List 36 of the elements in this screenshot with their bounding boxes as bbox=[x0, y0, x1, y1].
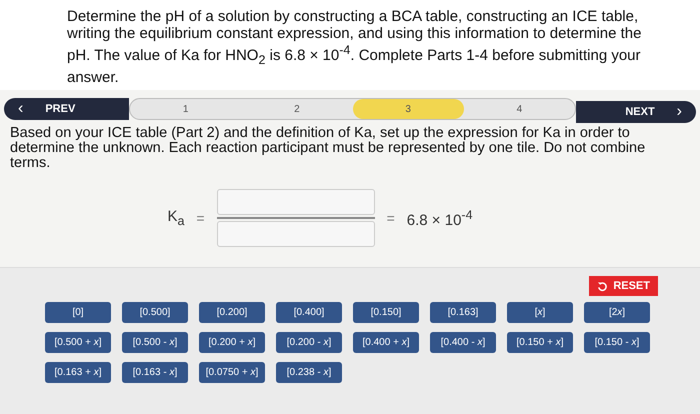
ka-value: 6.8 × 10$^{-4}$ bbox=[406, 208, 473, 228]
answer-tile[interactable]: [0.200 + x] bbox=[199, 332, 265, 353]
prev-button[interactable]: ‹ PREV bbox=[4, 98, 129, 120]
reset-button[interactable]: RESET bbox=[589, 276, 658, 296]
answer-tile[interactable]: [0.200] bbox=[199, 302, 265, 323]
undo-icon bbox=[597, 280, 608, 292]
answer-tile[interactable]: [0.400 - x] bbox=[430, 332, 496, 353]
answer-tile[interactable]: [0.400] bbox=[276, 302, 342, 323]
answer-tile[interactable]: [2x] bbox=[584, 302, 650, 323]
answer-tile[interactable]: [0.500 - x] bbox=[122, 332, 188, 353]
step-tab[interactable]: 1 bbox=[130, 99, 242, 119]
answer-tile[interactable]: [0.150] bbox=[353, 302, 419, 323]
equals-sign: = bbox=[386, 210, 395, 226]
answer-tile[interactable]: [0.200 - x] bbox=[276, 332, 342, 353]
instructions-text: Based on your ICE table (Part 2) and the definition of Ka, set up the expression for Ka in order to determine the unknown. Each reaction participant must be represented by one tile. Do not combine terms. bbox=[9, 124, 646, 171]
equals-sign: = bbox=[196, 210, 205, 226]
step-tab[interactable]: 4 bbox=[464, 99, 575, 119]
step-tab[interactable]: 2 bbox=[241, 99, 352, 119]
answer-tile[interactable]: [0.500] bbox=[122, 302, 188, 323]
answer-tile[interactable]: [0.163] bbox=[430, 302, 496, 323]
answer-tile[interactable]: [0.238 - x] bbox=[276, 362, 342, 383]
answer-tile[interactable]: [0.163 + x] bbox=[45, 362, 111, 383]
answer-tile[interactable]: [0.150 - x] bbox=[584, 332, 650, 353]
next-button[interactable]: NEXT › bbox=[576, 101, 696, 123]
question-text: Determine the pH of a solution by constructing a BCA table, constructing an ICE table, writing the equilibrium constant expression, and using this information to determine the pH. The value of Ka for HNO$_{2}$ is 6.8 × 10$^{-4}$. Complete Parts 1-4 before submitting your answer. bbox=[0, 0, 700, 90]
step-tab[interactable]: 3 bbox=[352, 99, 464, 119]
answer-tile[interactable]: [0] bbox=[45, 302, 111, 323]
answer-tile[interactable]: [0.0750 + x] bbox=[199, 362, 265, 383]
answer-tile[interactable]: [0.500 + x] bbox=[45, 332, 111, 353]
ka-label: K$_{a}$ bbox=[167, 208, 184, 228]
answer-tile[interactable]: [0.400 + x] bbox=[353, 332, 419, 353]
numerator-drop-zone[interactable] bbox=[216, 189, 375, 215]
answer-tile[interactable]: [x] bbox=[507, 302, 573, 323]
answer-tile[interactable]: [0.163 - x] bbox=[122, 362, 188, 383]
answer-tile[interactable]: [0.150 + x] bbox=[507, 332, 573, 353]
denominator-drop-zone[interactable] bbox=[216, 221, 375, 247]
